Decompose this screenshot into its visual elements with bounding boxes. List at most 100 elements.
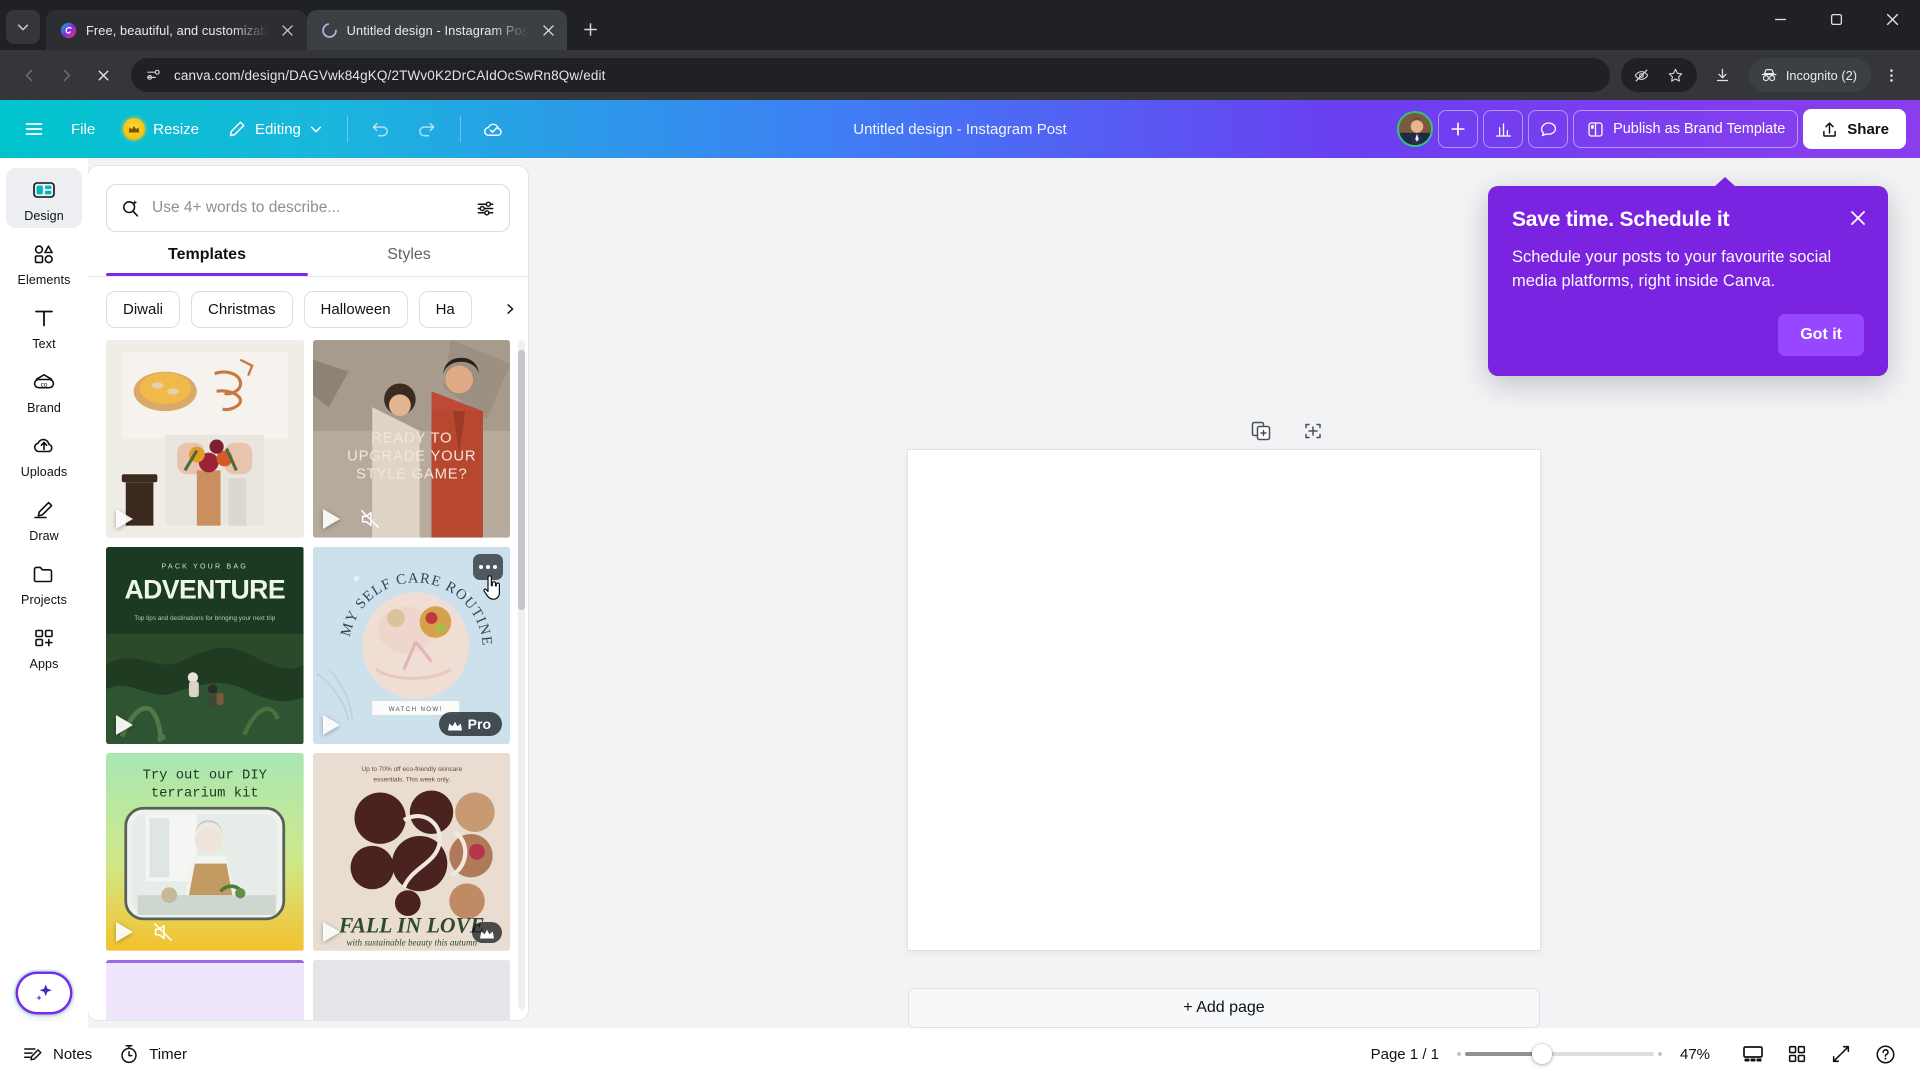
tab-close-button[interactable]: [277, 19, 299, 41]
bookmark-star-button[interactable]: [1659, 58, 1693, 92]
window-close-button[interactable]: [1864, 0, 1920, 38]
chips-next-button[interactable]: [492, 296, 516, 321]
add-page-button[interactable]: [1298, 416, 1328, 446]
apps-icon: [29, 623, 59, 653]
zoom-handle[interactable]: [1532, 1044, 1552, 1064]
panel-scrollbar[interactable]: [518, 340, 525, 1010]
chip-halloween[interactable]: Halloween: [303, 291, 408, 328]
got-it-label: Got it: [1800, 325, 1842, 343]
chip-christmas[interactable]: Christmas: [191, 291, 293, 328]
share-button[interactable]: Share: [1803, 109, 1906, 149]
template-thumbnail-adventure-awaits[interactable]: PACK YOUR BAG ADVENTURE Top tips and des…: [106, 546, 304, 744]
url-text: canva.com/design/DAGVwk84gKQ/2TWv0K2DrCA…: [174, 67, 606, 83]
template-thumbnail-partial-1[interactable]: [106, 959, 304, 1020]
play-icon: [322, 921, 340, 942]
template-thumbnail-thanksgiving[interactable]: [106, 340, 304, 538]
browser-tab-2[interactable]: Untitled design - Instagram Pos: [306, 10, 568, 50]
cloud-saved-icon: [484, 123, 503, 136]
browser-tabstrip: Free, beautiful, and customizab Untitled…: [0, 0, 1920, 50]
back-button[interactable]: [12, 58, 46, 92]
play-icon: [116, 508, 133, 529]
present-view-button[interactable]: [1740, 1041, 1766, 1067]
templates-scroll-area[interactable]: READY TO UPGRADE YOUR STYLE GAME? PACK Y…: [88, 340, 528, 1020]
search-input[interactable]: [152, 199, 464, 217]
add-collaborator-button[interactable]: [1438, 110, 1479, 148]
template-thumbnail-partial-2[interactable]: [312, 959, 510, 1020]
sidebar-item-uploads[interactable]: Uploads: [6, 424, 82, 484]
close-icon: [282, 24, 293, 36]
sidebar-item-apps[interactable]: Apps: [6, 616, 82, 676]
editing-mode-button[interactable]: Editing: [216, 110, 334, 148]
add-page-bar[interactable]: + Add page: [908, 988, 1540, 1028]
document-title[interactable]: Untitled design - Instagram Post: [853, 121, 1066, 138]
browser-menu-button[interactable]: [1874, 58, 1908, 92]
new-tab-button[interactable]: [575, 14, 605, 44]
template-thumbnail-fall-in-love[interactable]: Up to 70% off eco-friendly skincare esse…: [312, 753, 510, 951]
svg-text:STYLE GAME?: STYLE GAME?: [356, 466, 467, 482]
resize-button[interactable]: Resize: [112, 110, 210, 148]
publish-brand-template-button[interactable]: Publish as Brand Template: [1573, 110, 1799, 148]
plus-icon: [583, 22, 597, 36]
incognito-profile-button[interactable]: Incognito (2): [1748, 58, 1871, 92]
forward-button[interactable]: [49, 58, 83, 92]
duplicate-page-button[interactable]: [1246, 416, 1276, 446]
sidebar-item-label: Projects: [21, 593, 67, 607]
mute-icon: [152, 921, 174, 943]
tab-label: Styles: [387, 246, 431, 263]
tab-close-button[interactable]: [537, 19, 559, 41]
help-button[interactable]: [1872, 1041, 1898, 1067]
sidebar-item-brand[interactable]: co Brand: [6, 360, 82, 420]
popup-close-button[interactable]: [1848, 208, 1868, 228]
chip-diwali[interactable]: Diwali: [106, 291, 181, 328]
design-page-canvas[interactable]: [908, 450, 1540, 951]
uploads-icon: [29, 431, 59, 461]
eye-slash-icon-button[interactable]: [1625, 58, 1659, 92]
editing-label: Editing: [255, 120, 301, 138]
template-thumbnail-self-care-routine[interactable]: MY SELF CARE ROUTINE WATCH NOW! Pro: [312, 546, 510, 744]
browser-tab-1[interactable]: Free, beautiful, and customizab: [46, 10, 307, 50]
template-thumbnail-diy-terrarium[interactable]: Try out our DIY terrarium kit: [106, 753, 304, 951]
redo-button[interactable]: [407, 110, 447, 148]
svg-text:WATCH NOW!: WATCH NOW!: [388, 705, 442, 712]
file-menu-button[interactable]: File: [60, 110, 106, 148]
svg-text:FALL IN LOVE: FALL IN LOVE: [337, 914, 484, 938]
grid-view-button[interactable]: [1784, 1041, 1810, 1067]
scrollbar-thumb[interactable]: [518, 350, 525, 610]
template-thumbnail-style-game[interactable]: READY TO UPGRADE YOUR STYLE GAME?: [312, 340, 510, 538]
zoom-slider[interactable]: [1457, 1044, 1662, 1064]
timer-button[interactable]: Timer: [118, 1043, 187, 1065]
tab-templates[interactable]: Templates: [106, 246, 308, 276]
design-icon: [29, 175, 59, 205]
window-minimize-button[interactable]: [1752, 0, 1808, 38]
main-menu-button[interactable]: [14, 110, 54, 148]
tab-styles[interactable]: Styles: [308, 246, 510, 276]
avatar[interactable]: [1397, 111, 1434, 147]
fullscreen-button[interactable]: [1828, 1041, 1854, 1067]
chip-ha[interactable]: Ha: [418, 291, 472, 328]
filter-sliders-icon[interactable]: [475, 198, 496, 219]
sidebar-item-projects[interactable]: Projects: [6, 552, 82, 612]
magic-sparkle-icon-button[interactable]: [18, 974, 70, 1012]
address-bar[interactable]: canva.com/design/DAGVwk84gKQ/2TWv0K2DrCA…: [131, 58, 1610, 92]
sidebar-item-draw[interactable]: Draw: [6, 488, 82, 548]
chip-label: Ha: [435, 301, 455, 318]
comments-button[interactable]: [1528, 110, 1569, 148]
text-icon: [29, 303, 59, 333]
search-box[interactable]: [106, 184, 510, 232]
tab-label: Templates: [168, 246, 246, 263]
saved-status-button[interactable]: [474, 110, 514, 148]
insights-button[interactable]: [1483, 110, 1524, 148]
window-maximize-button[interactable]: [1808, 0, 1864, 38]
stop-loading-button[interactable]: [86, 58, 120, 92]
notes-button[interactable]: Notes: [22, 1043, 92, 1065]
file-label: File: [71, 120, 96, 138]
browser-toolbar: canva.com/design/DAGVwk84gKQ/2TWv0K2DrCA…: [0, 50, 1920, 100]
downloads-button[interactable]: [1706, 58, 1740, 92]
tab-search-button[interactable]: [6, 10, 40, 44]
incognito-icon: [1761, 69, 1777, 82]
got-it-button[interactable]: Got it: [1778, 313, 1864, 356]
sidebar-item-design[interactable]: Design: [6, 168, 82, 228]
undo-button[interactable]: [361, 110, 401, 148]
sidebar-item-text[interactable]: Text: [6, 296, 82, 356]
sidebar-item-elements[interactable]: Elements: [6, 232, 82, 292]
